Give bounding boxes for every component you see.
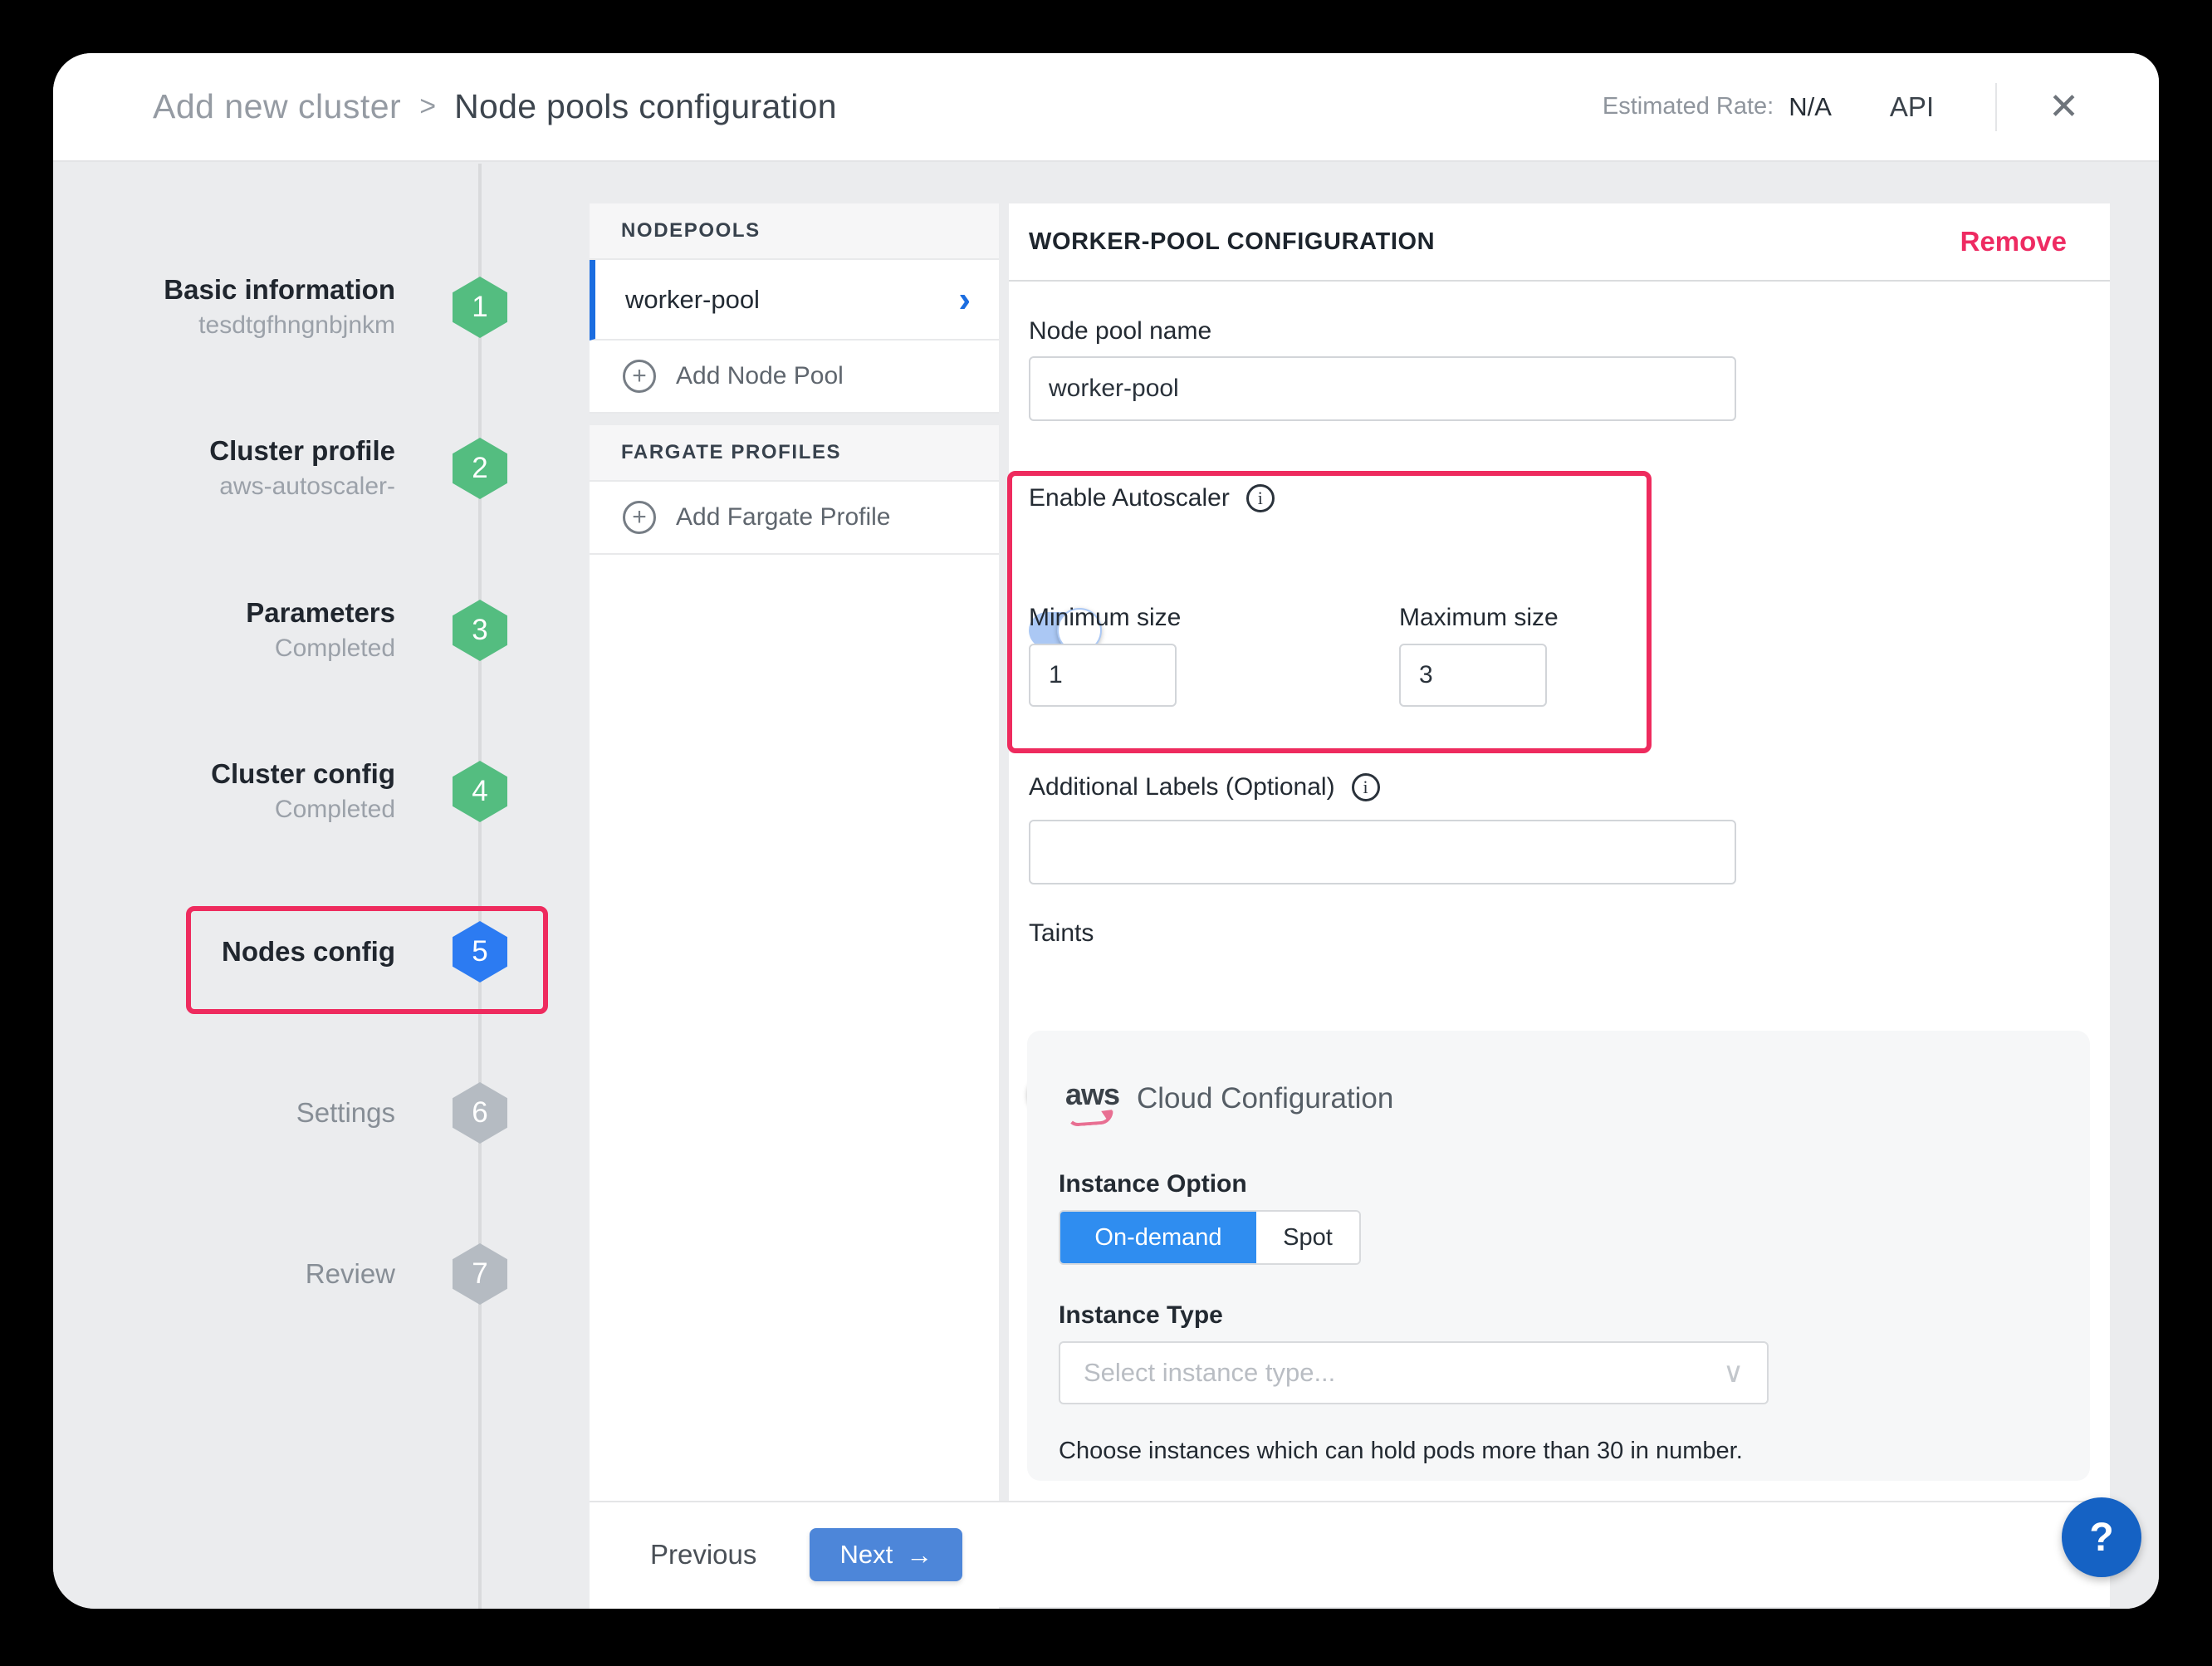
step-number: 3: [472, 614, 487, 647]
step-subtitle: Completed: [53, 631, 395, 666]
step-cluster-config[interactable]: Cluster config Completed: [53, 742, 395, 841]
add-fargate-profile-label: Add Fargate Profile: [676, 503, 890, 532]
step-title: Cluster profile: [53, 433, 395, 470]
minimum-size-label: Minimum size: [1029, 604, 1181, 632]
step-basic-information[interactable]: Basic information tesdtgfhngnbjnkm: [53, 257, 395, 357]
api-link[interactable]: API: [1890, 91, 1934, 123]
step-4-hexagon[interactable]: 4: [453, 761, 507, 822]
node-pools-panel: NODEPOOLS worker-pool › + Add Node Pool …: [590, 203, 999, 1609]
step-subtitle: tesdtgfhngnbjnkm: [53, 308, 395, 343]
next-button[interactable]: Next →: [810, 1528, 962, 1581]
step-7-hexagon[interactable]: 7: [453, 1243, 507, 1305]
step-5-hexagon[interactable]: 5: [453, 921, 507, 982]
breadcrumb: Add new cluster > Node pools configurati…: [153, 87, 837, 126]
page-title: Node pools configuration: [454, 87, 837, 126]
step-title: Nodes config: [53, 933, 395, 971]
fargate-section-header: FARGATE PROFILES: [590, 425, 999, 482]
instance-option-label: Instance Option: [1059, 1170, 1247, 1198]
step-parameters[interactable]: Parameters Completed: [53, 581, 395, 680]
additional-labels-input[interactable]: [1029, 820, 1736, 884]
add-node-pool-button[interactable]: + Add Node Pool: [590, 341, 999, 414]
chevron-right-icon: ›: [958, 282, 971, 318]
plus-circle-icon: +: [623, 360, 656, 393]
cloud-configuration-card: aws Cloud Configuration Instance Option …: [1027, 1031, 2090, 1481]
next-button-label: Next: [840, 1540, 893, 1570]
step-6-hexagon[interactable]: 6: [453, 1082, 507, 1144]
spot-option[interactable]: Spot: [1256, 1212, 1359, 1263]
instance-option-segmented-control: On-demand Spot: [1059, 1210, 1361, 1265]
worker-pool-list-item[interactable]: worker-pool ›: [590, 260, 999, 341]
enable-autoscaler-row: Enable Autoscaler i: [1029, 484, 1275, 512]
estimated-rate-label: Estimated Rate:: [1603, 93, 1774, 120]
info-icon[interactable]: i: [1246, 484, 1275, 512]
add-node-pool-label: Add Node Pool: [676, 362, 844, 390]
step-subtitle: Completed: [53, 792, 395, 827]
add-fargate-profile-button[interactable]: + Add Fargate Profile: [590, 482, 999, 555]
stepper-timeline: [478, 164, 482, 1609]
node-pool-name-input[interactable]: [1029, 356, 1736, 421]
help-button[interactable]: ?: [2062, 1497, 2141, 1577]
plus-circle-icon: +: [623, 501, 656, 534]
step-title: Basic information: [53, 272, 395, 309]
info-icon[interactable]: i: [1352, 773, 1380, 801]
maximum-size-input[interactable]: [1399, 644, 1547, 707]
config-panel-header: WORKER-POOL CONFIGURATION Remove: [1009, 203, 2110, 282]
wizard-body: Basic information tesdtgfhngnbjnkm 1 Clu…: [53, 164, 2159, 1609]
instance-type-dropdown[interactable]: Select instance type... ∨: [1059, 1341, 1769, 1404]
breadcrumb-separator-icon: >: [419, 91, 436, 123]
additional-labels-label: Additional Labels (Optional): [1029, 773, 1335, 801]
step-title: Parameters: [53, 595, 395, 632]
step-1-hexagon[interactable]: 1: [453, 277, 507, 338]
worker-pool-name: worker-pool: [625, 285, 760, 315]
arrow-right-icon: →: [906, 1541, 932, 1568]
remove-pool-button[interactable]: Remove: [1960, 226, 2067, 257]
maximum-size-label: Maximum size: [1399, 604, 1559, 632]
wizard-header: Add new cluster > Node pools configurati…: [53, 53, 2159, 162]
add-cluster-window: Add new cluster > Node pools configurati…: [53, 53, 2159, 1609]
aws-smile-arrow: [1067, 1110, 1114, 1127]
minimum-size-input[interactable]: [1029, 644, 1177, 707]
step-2-hexagon[interactable]: 2: [453, 438, 507, 499]
instance-type-helper-text: Choose instances which can hold pods mor…: [1059, 1438, 1743, 1465]
chevron-down-icon: ∨: [1723, 1356, 1744, 1389]
on-demand-option[interactable]: On-demand: [1060, 1212, 1256, 1263]
cloud-configuration-title: Cloud Configuration: [1137, 1082, 1393, 1115]
step-number: 2: [472, 452, 487, 485]
header-divider: [1995, 83, 1997, 131]
section-gap: [590, 414, 999, 425]
step-number: 5: [472, 935, 487, 968]
instance-type-placeholder: Select instance type...: [1084, 1358, 1335, 1388]
previous-button[interactable]: Previous: [650, 1539, 756, 1570]
step-number: 7: [472, 1257, 487, 1291]
wizard-footer: Previous Next →: [590, 1501, 2110, 1607]
step-review[interactable]: Review: [53, 1224, 395, 1324]
taints-label: Taints: [1029, 919, 1094, 948]
step-cluster-profile[interactable]: Cluster profile aws-autoscaler-: [53, 419, 395, 518]
step-3-hexagon[interactable]: 3: [453, 600, 507, 661]
node-pool-name-label: Node pool name: [1029, 317, 1211, 345]
step-nodes-config[interactable]: Nodes config: [53, 902, 395, 1002]
step-number: 4: [472, 775, 487, 808]
breadcrumb-parent[interactable]: Add new cluster: [153, 87, 401, 126]
step-number: 1: [472, 291, 487, 324]
step-title: Review: [53, 1256, 395, 1293]
step-number: 6: [472, 1096, 487, 1129]
enable-autoscaler-label: Enable Autoscaler: [1029, 484, 1230, 512]
question-mark-icon: ?: [2089, 1515, 2113, 1561]
aws-logo-icon: aws: [1065, 1077, 1123, 1129]
header-actions: Estimated Rate: N/A API ✕: [1603, 83, 2079, 131]
config-panel-title: WORKER-POOL CONFIGURATION: [1029, 228, 1435, 256]
step-title: Cluster config: [53, 756, 395, 793]
worker-pool-config-panel: WORKER-POOL CONFIGURATION Remove Node po…: [1009, 203, 2110, 1502]
step-title: Settings: [53, 1095, 395, 1132]
instance-type-label: Instance Type: [1059, 1301, 1223, 1330]
step-subtitle: aws-autoscaler-: [53, 469, 395, 504]
nodepools-section-header: NODEPOOLS: [590, 203, 999, 260]
close-icon[interactable]: ✕: [2048, 89, 2079, 125]
estimated-rate-value: N/A: [1789, 92, 1832, 122]
additional-labels-row: Additional Labels (Optional) i: [1029, 773, 1380, 801]
step-settings[interactable]: Settings: [53, 1063, 395, 1163]
aws-logo-text: aws: [1065, 1077, 1119, 1111]
